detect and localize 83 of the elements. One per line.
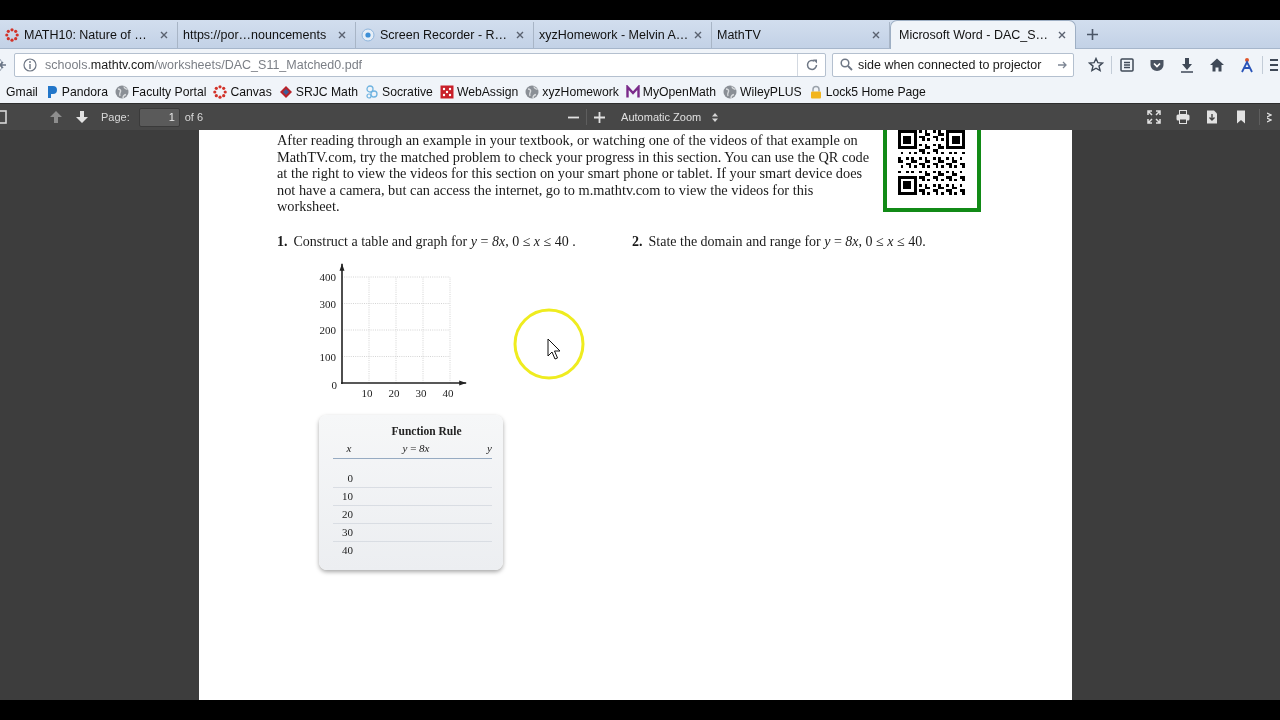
close-icon[interactable] <box>694 31 702 39</box>
bookmark-item[interactable]: WebAssign <box>439 84 519 99</box>
browser-tab[interactable]: Screen Recorder - R… <box>356 22 534 48</box>
dotted-ring-icon <box>5 28 19 42</box>
tick-label: 30 <box>415 386 427 399</box>
browser-tab[interactable]: xyzHomework - Melvin A… <box>534 22 712 48</box>
page-label: Page: <box>101 111 130 123</box>
browser-tab[interactable]: https://por…nouncements <box>178 22 356 48</box>
bubbles-icon <box>365 84 380 99</box>
addon-icon[interactable] <box>1239 56 1255 73</box>
double-chevron-icon[interactable] <box>1267 111 1273 123</box>
sidebar-toggle-icon[interactable] <box>0 110 7 124</box>
star-icon[interactable] <box>1088 56 1104 73</box>
download-icon[interactable] <box>1205 110 1220 124</box>
problem-number: 1. <box>277 233 288 250</box>
tick-label: 40 <box>442 386 454 399</box>
globe-icon <box>114 84 129 99</box>
browser-tab[interactable]: MATH10: Nature of … <box>0 22 178 48</box>
tick-label: 300 <box>319 297 336 309</box>
globe-icon <box>525 84 540 99</box>
fullscreen-icon[interactable] <box>1147 110 1162 124</box>
url-text: schools.mathtv.com/worksheets/DAC_S11_Matched0.pdf <box>45 57 363 72</box>
table-cell: 30 <box>333 523 365 542</box>
table-cell: 0 <box>333 458 365 488</box>
cursor-highlight-icon <box>512 307 586 381</box>
tick-label: 0 <box>331 378 337 391</box>
bookmark-item[interactable]: SRJC Math <box>278 84 359 99</box>
bookmark-item[interactable]: xyzHomework <box>525 84 619 99</box>
page-number-field[interactable]: 1 <box>138 107 180 127</box>
updown-arrows-icon <box>712 112 719 122</box>
problem-text: State the domain and range for y = 8x, 0 ≤ x ≤ 40. <box>648 233 926 250</box>
info-icon[interactable] <box>23 57 37 72</box>
bookmark-item[interactable]: Faculty Portal <box>114 84 207 99</box>
tick-label: 400 <box>319 270 336 283</box>
bookmark-item[interactable]: Lock5 Home Page <box>808 84 926 99</box>
bookmark-item[interactable]: Pandora <box>44 84 108 99</box>
close-icon[interactable] <box>338 31 346 39</box>
bookmark-item[interactable]: WileyPLUS <box>723 84 802 99</box>
list-icon[interactable] <box>1119 56 1135 73</box>
intro-paragraph: After reading through an example in your textbook, or watching one of the videos of that example on MathTV.com, try the matched problem to check your progress in this section. You can use the QR code at the right to view the videos for this section on your smart phone or tablet. If your smart device does not have a camera, but can access the internet, go to m.mathtv.com to view the videos for this worksheet. <box>277 132 871 215</box>
column-header: x <box>333 439 365 459</box>
home-icon[interactable] <box>1209 56 1225 73</box>
page-count: of 6 <box>184 111 204 123</box>
dotted-square-icon <box>439 84 454 99</box>
table-cell: 10 <box>333 487 365 506</box>
close-icon[interactable] <box>516 31 524 39</box>
zoom-in-icon[interactable] <box>594 111 606 123</box>
menu-icon[interactable] <box>1270 56 1278 73</box>
column-header: y <box>467 439 492 459</box>
tick-label: 200 <box>319 323 336 336</box>
address-field[interactable]: schools.mathtv.com/worksheets/DAC_S11_Matched0.pdf <box>14 52 826 77</box>
circle-dot-icon <box>361 28 375 42</box>
problem-text: Construct a table and graph for y = 8x, 0 ≤ x ≤ 40 . <box>293 233 576 250</box>
table-cell-text: 40 <box>341 542 354 558</box>
tick-label: 100 <box>319 350 336 362</box>
bookmark-item[interactable]: Gmail <box>6 84 38 99</box>
close-icon[interactable] <box>872 31 880 39</box>
bookmark-item[interactable]: Canvas <box>213 84 272 99</box>
bookmark-item[interactable]: MyOpenMath <box>625 84 716 99</box>
browser-tab[interactable]: Microsoft Word - DAC_S… <box>890 20 1076 49</box>
close-icon[interactable] <box>160 31 168 39</box>
column-header: y = 8x <box>365 439 467 459</box>
search-icon <box>840 58 853 71</box>
close-icon[interactable] <box>1058 31 1066 39</box>
search-field[interactable]: side when connected to projector <box>832 52 1074 77</box>
download-icon[interactable] <box>1179 56 1195 73</box>
table-cell: 20 <box>333 505 365 524</box>
down-arrow-icon[interactable] <box>75 110 89 124</box>
m-shape-icon <box>625 84 640 99</box>
globe-icon <box>723 84 737 99</box>
print-icon[interactable] <box>1176 110 1191 124</box>
diamond-icon <box>278 84 293 99</box>
tick-label: 20 <box>388 386 400 399</box>
tick-label: 10 <box>361 386 373 399</box>
arrow-right-icon[interactable] <box>1058 59 1068 70</box>
padlock-icon <box>808 84 823 99</box>
bookmark-item[interactable]: Socrative <box>365 84 433 99</box>
reload-icon[interactable] <box>805 57 819 72</box>
zoom-select[interactable]: Automatic Zoom <box>613 107 723 127</box>
table-title: Function Rule <box>390 424 463 437</box>
dotted-ring-icon <box>213 84 228 99</box>
plus-icon[interactable] <box>1087 29 1098 40</box>
problem-number: 2. <box>632 233 643 250</box>
